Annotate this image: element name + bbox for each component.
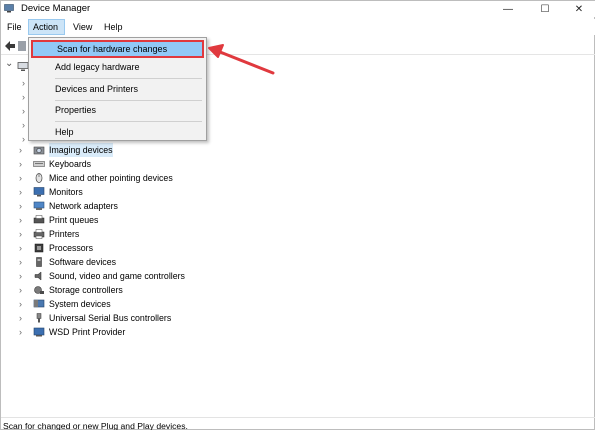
menu-action[interactable]: Action bbox=[28, 19, 65, 35]
expand-chevron-icon[interactable]: › bbox=[19, 312, 29, 324]
expand-chevron-icon[interactable]: › bbox=[19, 326, 29, 338]
menu-view[interactable]: View bbox=[69, 19, 96, 35]
menu-file[interactable]: File bbox=[3, 19, 26, 35]
network-adapter-icon bbox=[33, 201, 45, 210]
expand-chevron-icon[interactable]: › bbox=[19, 284, 29, 296]
menu-help[interactable]: Help bbox=[100, 19, 127, 35]
tree-item-processors[interactable]: › Processors bbox=[19, 241, 319, 255]
expand-chevron-icon[interactable]: › bbox=[19, 172, 29, 184]
expand-chevron-icon[interactable]: › bbox=[19, 298, 29, 310]
action-menu-dropdown: Scan for hardware changes Add legacy har… bbox=[28, 37, 207, 141]
camera-icon bbox=[33, 146, 45, 155]
expand-chevron-icon[interactable]: › bbox=[19, 158, 29, 170]
expand-chevron-icon[interactable]: › bbox=[19, 242, 29, 254]
expand-chevron-icon[interactable]: › bbox=[19, 214, 29, 226]
menu-separator bbox=[55, 78, 202, 79]
tree-item-label: Print queues bbox=[49, 215, 99, 225]
window-title: Device Manager bbox=[21, 3, 91, 14]
tree-item-mice[interactable]: › Mice and other pointing devices bbox=[19, 171, 319, 185]
tree-item-label: Software devices bbox=[49, 257, 116, 267]
tree-item-label: Processors bbox=[49, 243, 93, 253]
menu-separator bbox=[55, 121, 202, 122]
forward-button[interactable] bbox=[18, 41, 26, 51]
expand-chevron-icon[interactable]: › bbox=[19, 270, 29, 282]
tree-item-label: Keyboards bbox=[49, 159, 92, 169]
tree-item-label: Universal Serial Bus controllers bbox=[49, 313, 172, 323]
tree-item-monitors[interactable]: › Monitors bbox=[19, 185, 319, 199]
tree-item-label: Monitors bbox=[49, 187, 83, 197]
menu-bar: File Action View Help bbox=[1, 19, 595, 35]
minimize-button[interactable]: — bbox=[493, 1, 523, 17]
print-queue-icon bbox=[33, 215, 45, 224]
expand-chevron-icon[interactable]: › bbox=[19, 228, 29, 240]
status-text: Scan for changed or new Plug and Play de… bbox=[3, 421, 188, 430]
expand-chevron-icon[interactable]: › bbox=[19, 186, 29, 198]
tree-item-printers[interactable]: › Printers bbox=[19, 227, 319, 241]
tree-item-system-devices[interactable]: › System devices bbox=[19, 297, 319, 311]
tree-item-sound-video[interactable]: › Sound, video and game controllers bbox=[19, 269, 319, 283]
tree-item-label: Printers bbox=[49, 229, 80, 239]
tree-item-label: System devices bbox=[49, 299, 111, 309]
menu-item-scan-hardware-changes[interactable]: Scan for hardware changes bbox=[31, 40, 204, 58]
tree-item-wsd-print-provider[interactable]: › WSD Print Provider bbox=[19, 325, 319, 339]
tree-item-network-adapters[interactable]: › Network adapters bbox=[19, 199, 319, 213]
tree-item-label: WSD Print Provider bbox=[49, 327, 126, 337]
tree-item-label: Imaging devices bbox=[49, 143, 113, 157]
wsd-printer-icon bbox=[33, 327, 45, 337]
tree-item-keyboards[interactable]: › Keyboards bbox=[19, 157, 319, 171]
menu-item-help[interactable]: Help bbox=[31, 123, 204, 141]
menu-item-add-legacy-hardware[interactable]: Add legacy hardware bbox=[31, 58, 204, 76]
monitor-icon bbox=[33, 187, 45, 197]
tree-item-label: Storage controllers bbox=[49, 285, 123, 295]
status-bar: Scan for changed or new Plug and Play de… bbox=[1, 417, 595, 430]
expand-chevron-icon[interactable]: › bbox=[19, 144, 29, 156]
back-arrow-icon[interactable] bbox=[4, 40, 16, 52]
tree-item-label: Network adapters bbox=[49, 201, 118, 211]
title-bar: Device Manager — ☐ ✕ bbox=[1, 1, 595, 17]
menu-item-properties[interactable]: Properties bbox=[31, 101, 204, 119]
maximize-button[interactable]: ☐ bbox=[530, 1, 560, 17]
tree-item-storage-controllers[interactable]: › Storage controllers bbox=[19, 283, 319, 297]
storage-controller-icon bbox=[34, 286, 44, 294]
software-device-icon bbox=[36, 257, 42, 267]
speaker-icon bbox=[34, 271, 42, 281]
usb-icon bbox=[36, 313, 42, 323]
processor-icon bbox=[34, 243, 44, 253]
tree-item-imaging-devices[interactable]: › Imaging devices bbox=[19, 143, 319, 157]
menu-item-devices-and-printers[interactable]: Devices and Printers bbox=[31, 80, 204, 98]
annotation-arrow-icon bbox=[208, 44, 275, 75]
tree-item-label: Sound, video and game controllers bbox=[49, 271, 185, 281]
tree-item-software-devices[interactable]: › Software devices bbox=[19, 255, 319, 269]
system-device-icon bbox=[33, 299, 45, 308]
close-button[interactable]: ✕ bbox=[564, 1, 594, 17]
tree-item-usb-controllers[interactable]: › Universal Serial Bus controllers bbox=[19, 311, 319, 325]
device-manager-icon bbox=[4, 4, 14, 13]
device-manager-window: Device Manager — ☐ ✕ File Action View He… bbox=[0, 0, 595, 430]
collapse-icon[interactable]: ⌄ bbox=[5, 58, 13, 69]
expand-chevron-icon[interactable]: › bbox=[19, 200, 29, 212]
expand-chevron-icon[interactable]: › bbox=[19, 256, 29, 268]
mouse-icon bbox=[35, 173, 43, 183]
tree-item-label: Mice and other pointing devices bbox=[49, 173, 173, 183]
keyboard-icon bbox=[33, 161, 45, 167]
tree-item-print-queues[interactable]: › Print queues bbox=[19, 213, 319, 227]
printer-icon bbox=[33, 229, 45, 239]
